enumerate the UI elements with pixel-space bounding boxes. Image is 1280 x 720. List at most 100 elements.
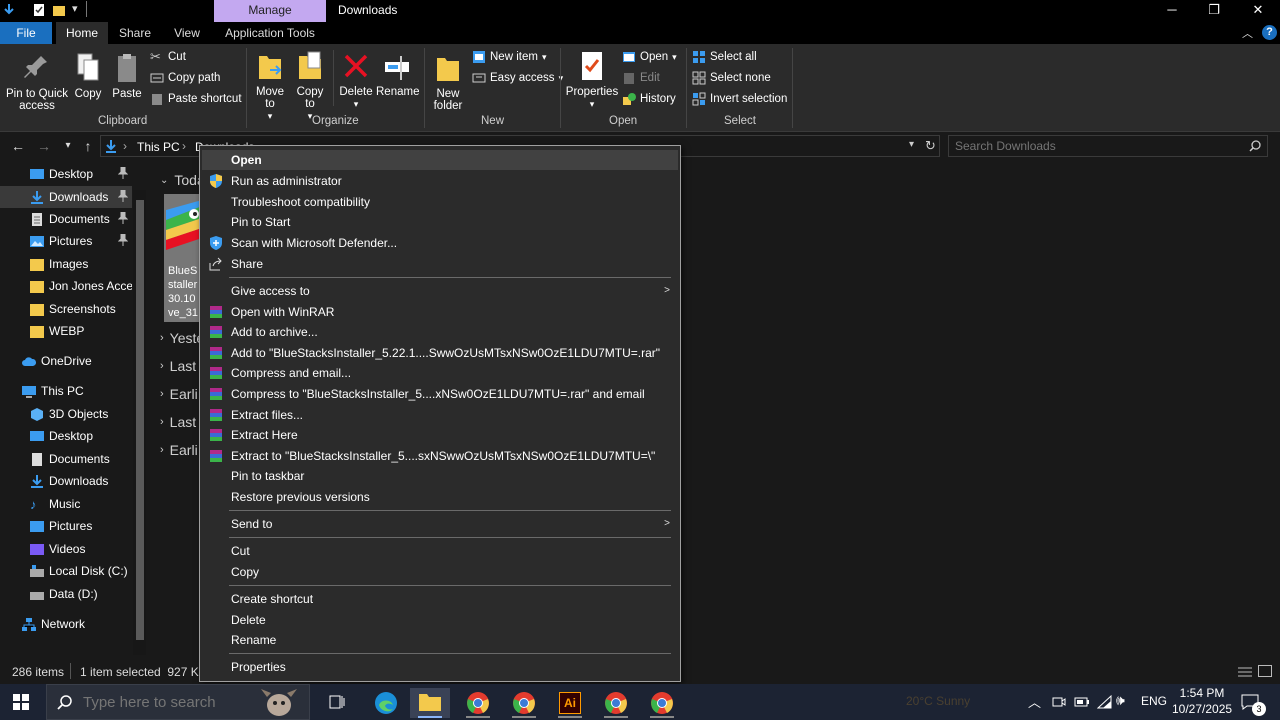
weather-widget[interactable]: 20°C Sunny [906,694,970,708]
group-header-last-week[interactable]: › Last [160,358,196,374]
properties-icon[interactable] [32,3,46,17]
minimize-icon[interactable]: ─ [1150,0,1194,22]
taskbar-illustrator[interactable]: Ai [550,688,590,718]
tab-share[interactable]: Share [112,22,158,44]
taskbar-chrome-1[interactable] [458,688,498,718]
task-view-icon[interactable] [328,693,346,711]
menu-run-as-admin[interactable]: Run as administrator [202,171,678,191]
history-button[interactable]: History [622,92,676,106]
nav-item-webp[interactable]: WEBP [0,320,132,342]
menu-extract-here[interactable]: Extract Here [202,425,678,445]
delete-button[interactable]: Delete ▾ [338,50,374,110]
menu-extract-to[interactable]: Extract to "BlueStacksInstaller_5....sxN… [202,446,678,466]
select-none-button[interactable]: Select none [692,71,771,85]
menu-delete[interactable]: Delete [202,610,678,630]
cut-button[interactable]: ✂ Cut [150,50,186,64]
nav-item-this-pc[interactable]: This PC [0,380,132,402]
taskbar-search-box[interactable] [46,684,310,720]
group-header-last-month[interactable]: › Last [160,414,196,430]
search-input[interactable] [955,139,1245,153]
menu-scan-defender[interactable]: Scan with Microsoft Defender... [202,233,678,253]
menu-give-access[interactable]: Give access to > [202,281,678,301]
tab-view[interactable]: View [164,22,210,44]
up-arrow-icon[interactable]: ↑ [78,136,98,156]
menu-send-to[interactable]: Send to > [202,514,678,534]
battery-icon[interactable] [1074,695,1090,709]
nav-item-documents[interactable]: Documents [0,208,132,230]
menu-rename[interactable]: Rename [202,630,678,650]
nav-item-music[interactable]: ♪ Music [0,493,132,515]
manage-tab[interactable]: Manage [214,0,326,22]
nav-item-3d-objects[interactable]: 3D Objects [0,403,132,425]
menu-compress-to-rar[interactable]: Compress to "BlueStacksInstaller_5....xN… [202,384,678,404]
tab-application-tools[interactable]: Application Tools [214,22,326,44]
paste-shortcut-button[interactable]: Paste shortcut [150,92,242,106]
windows-start-icon[interactable] [13,694,29,710]
large-icons-view-icon[interactable] [1258,665,1272,677]
copy-to-button[interactable]: Copy to ▾ [292,50,328,122]
close-icon[interactable]: ✕ [1236,0,1280,22]
copy-path-button[interactable]: Copy path [150,71,220,85]
menu-restore-versions[interactable]: Restore previous versions [202,487,678,507]
recent-locations-icon[interactable]: ▾ [58,136,78,156]
tab-home[interactable]: Home [56,22,108,44]
new-item-button[interactable]: New item ▾ [472,50,546,64]
wifi-icon[interactable] [1097,694,1113,710]
nav-item-local-disk-c[interactable]: Local Disk (C:) [0,560,132,582]
nav-item-videos[interactable]: Videos [0,538,132,560]
nav-item-screenshots[interactable]: Screenshots [0,298,132,320]
rename-button[interactable]: Rename [376,50,419,98]
nav-item-data-d[interactable]: Data (D:) [0,583,132,605]
group-header-earlier-year[interactable]: › Earli [160,442,198,458]
nav-scrollbar-thumb[interactable] [136,200,144,640]
move-to-button[interactable]: Move to ▾ [252,50,288,122]
nav-item-pc-desktop[interactable]: Desktop [0,425,132,447]
menu-share[interactable]: Share [202,254,678,274]
menu-open[interactable]: Open [202,150,678,170]
address-dropdown-icon[interactable]: ▾ [909,139,914,150]
menu-compress-email[interactable]: Compress and email... [202,363,678,383]
menu-copy[interactable]: Copy [202,562,678,582]
meet-now-icon[interactable] [1052,695,1066,709]
input-language[interactable]: ENG [1141,694,1167,708]
breadcrumb-this-pc[interactable]: This PC [137,140,180,154]
menu-pin-taskbar[interactable]: Pin to taskbar [202,466,678,486]
taskbar-chrome-2[interactable] [504,688,544,718]
menu-add-archive[interactable]: Add to archive... [202,322,678,342]
menu-add-to-rar[interactable]: Add to "BlueStacksInstaller_5.22.1....Sw… [202,343,678,363]
group-header-yesterday[interactable]: › Yeste [160,330,204,346]
nav-item-network[interactable]: Network [0,613,132,635]
new-folder-button[interactable]: New folder [428,52,468,112]
taskbar-file-explorer[interactable] [410,688,450,718]
nav-item-jon-jones[interactable]: Jon Jones Accep [0,275,132,297]
group-header-earlier-month[interactable]: › Earli [160,386,198,402]
nav-item-images[interactable]: Images [0,253,132,275]
edit-button[interactable]: Edit [622,71,660,85]
new-folder-icon[interactable] [52,3,66,17]
invert-selection-button[interactable]: Invert selection [692,92,787,106]
show-hidden-icons-icon[interactable]: ︿ [1028,692,1041,711]
nav-item-desktop[interactable]: Desktop [0,163,132,185]
help-icon[interactable]: ? [1262,25,1277,40]
nav-item-onedrive[interactable]: OneDrive [0,350,132,372]
taskbar-chrome-4[interactable] [642,688,682,718]
volume-icon[interactable]: 🕪 [1116,692,1125,709]
taskbar-search-input[interactable] [83,694,283,711]
menu-open-winrar[interactable]: Open with WinRAR [202,302,678,322]
search-box[interactable] [948,135,1268,157]
nav-item-pc-pictures[interactable]: Pictures [0,515,132,537]
pin-quick-access-button[interactable]: Pin to Quick access [4,52,70,112]
menu-cut[interactable]: Cut [202,541,678,561]
properties-button[interactable]: Properties ▾ [564,50,620,110]
open-button[interactable]: Open ▾ [622,50,677,64]
menu-create-shortcut[interactable]: Create shortcut [202,589,678,609]
refresh-icon[interactable]: ↻ [925,138,936,154]
menu-properties[interactable]: Properties [202,657,678,677]
collapse-ribbon-icon[interactable]: ︿ [1242,25,1253,41]
nav-item-downloads[interactable]: Downloads [0,186,132,208]
tab-file[interactable]: File [0,22,52,44]
taskbar-edge[interactable] [366,688,406,718]
restore-icon[interactable]: ❐ [1192,0,1236,22]
clock[interactable]: 1:54 PM 10/27/2025 [1172,686,1232,716]
nav-item-pc-downloads[interactable]: Downloads [0,470,132,492]
